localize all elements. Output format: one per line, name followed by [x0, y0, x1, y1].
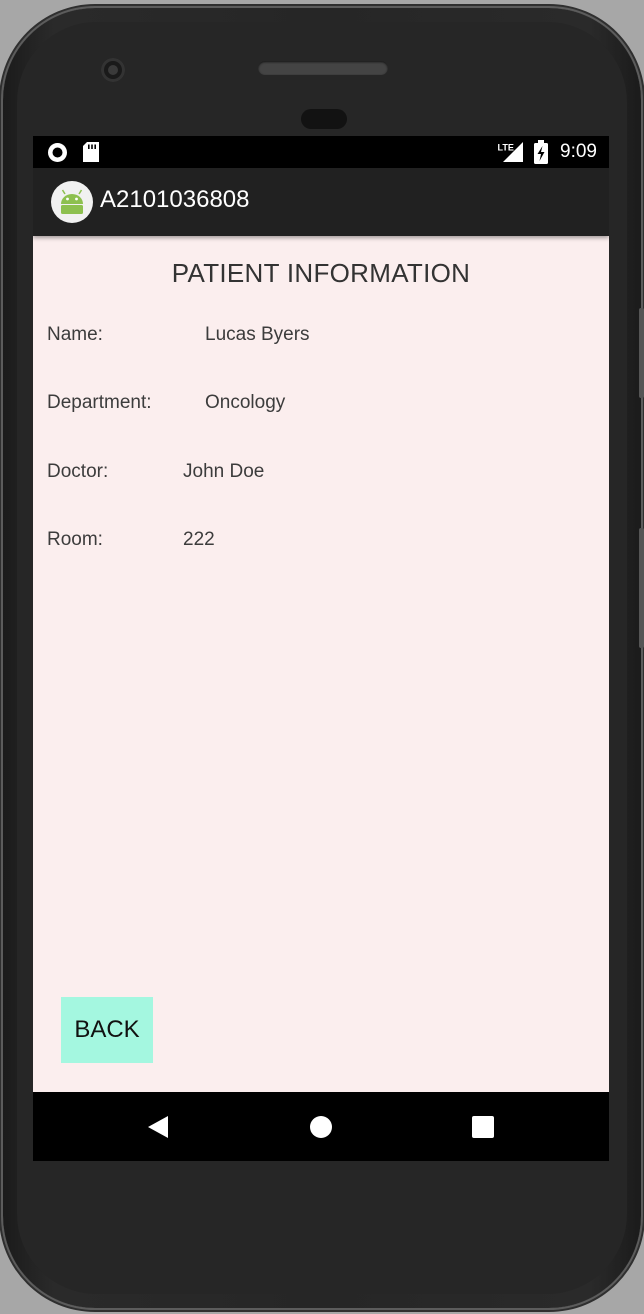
lte-signal-icon: LTE [497, 141, 525, 168]
back-triangle-icon[interactable] [142, 1110, 176, 1144]
name-label: Name: [47, 324, 103, 345]
status-bar: LTE 9:09 [33, 136, 609, 168]
device-screen: LTE 9:09 A2101036808 PATIENT INFORMATION… [33, 136, 609, 1161]
app-bar: A2101036808 [33, 168, 609, 236]
clock: 9:09 [560, 141, 597, 162]
room-label: Room: [47, 529, 103, 550]
app-title: A2101036808 [100, 186, 250, 213]
battery-charging-icon [533, 140, 549, 169]
department-value: Oncology [205, 392, 286, 413]
power-button[interactable] [639, 528, 644, 648]
home-circle-icon[interactable] [304, 1110, 338, 1144]
doctor-label: Doctor: [47, 461, 109, 482]
android-icon [51, 181, 93, 223]
proximity-sensor [301, 109, 347, 129]
patient-info-screen: PATIENT INFORMATION Name: Lucas Byers De… [33, 236, 609, 1092]
room-value: 222 [183, 529, 215, 550]
recents-square-icon[interactable] [466, 1110, 500, 1144]
page-title: PATIENT INFORMATION [171, 258, 471, 288]
volume-button[interactable] [639, 308, 644, 398]
back-button[interactable]: BACK [61, 997, 153, 1063]
name-value: Lucas Byers [205, 324, 310, 345]
record-icon [47, 142, 68, 168]
department-label: Department: [47, 392, 152, 413]
navigation-bar [33, 1092, 609, 1161]
sd-card-icon [81, 141, 101, 168]
network-type-label: LTE [498, 143, 514, 153]
earpiece-speaker [258, 61, 388, 75]
front-camera [101, 58, 125, 82]
doctor-value: John Doe [183, 461, 265, 482]
